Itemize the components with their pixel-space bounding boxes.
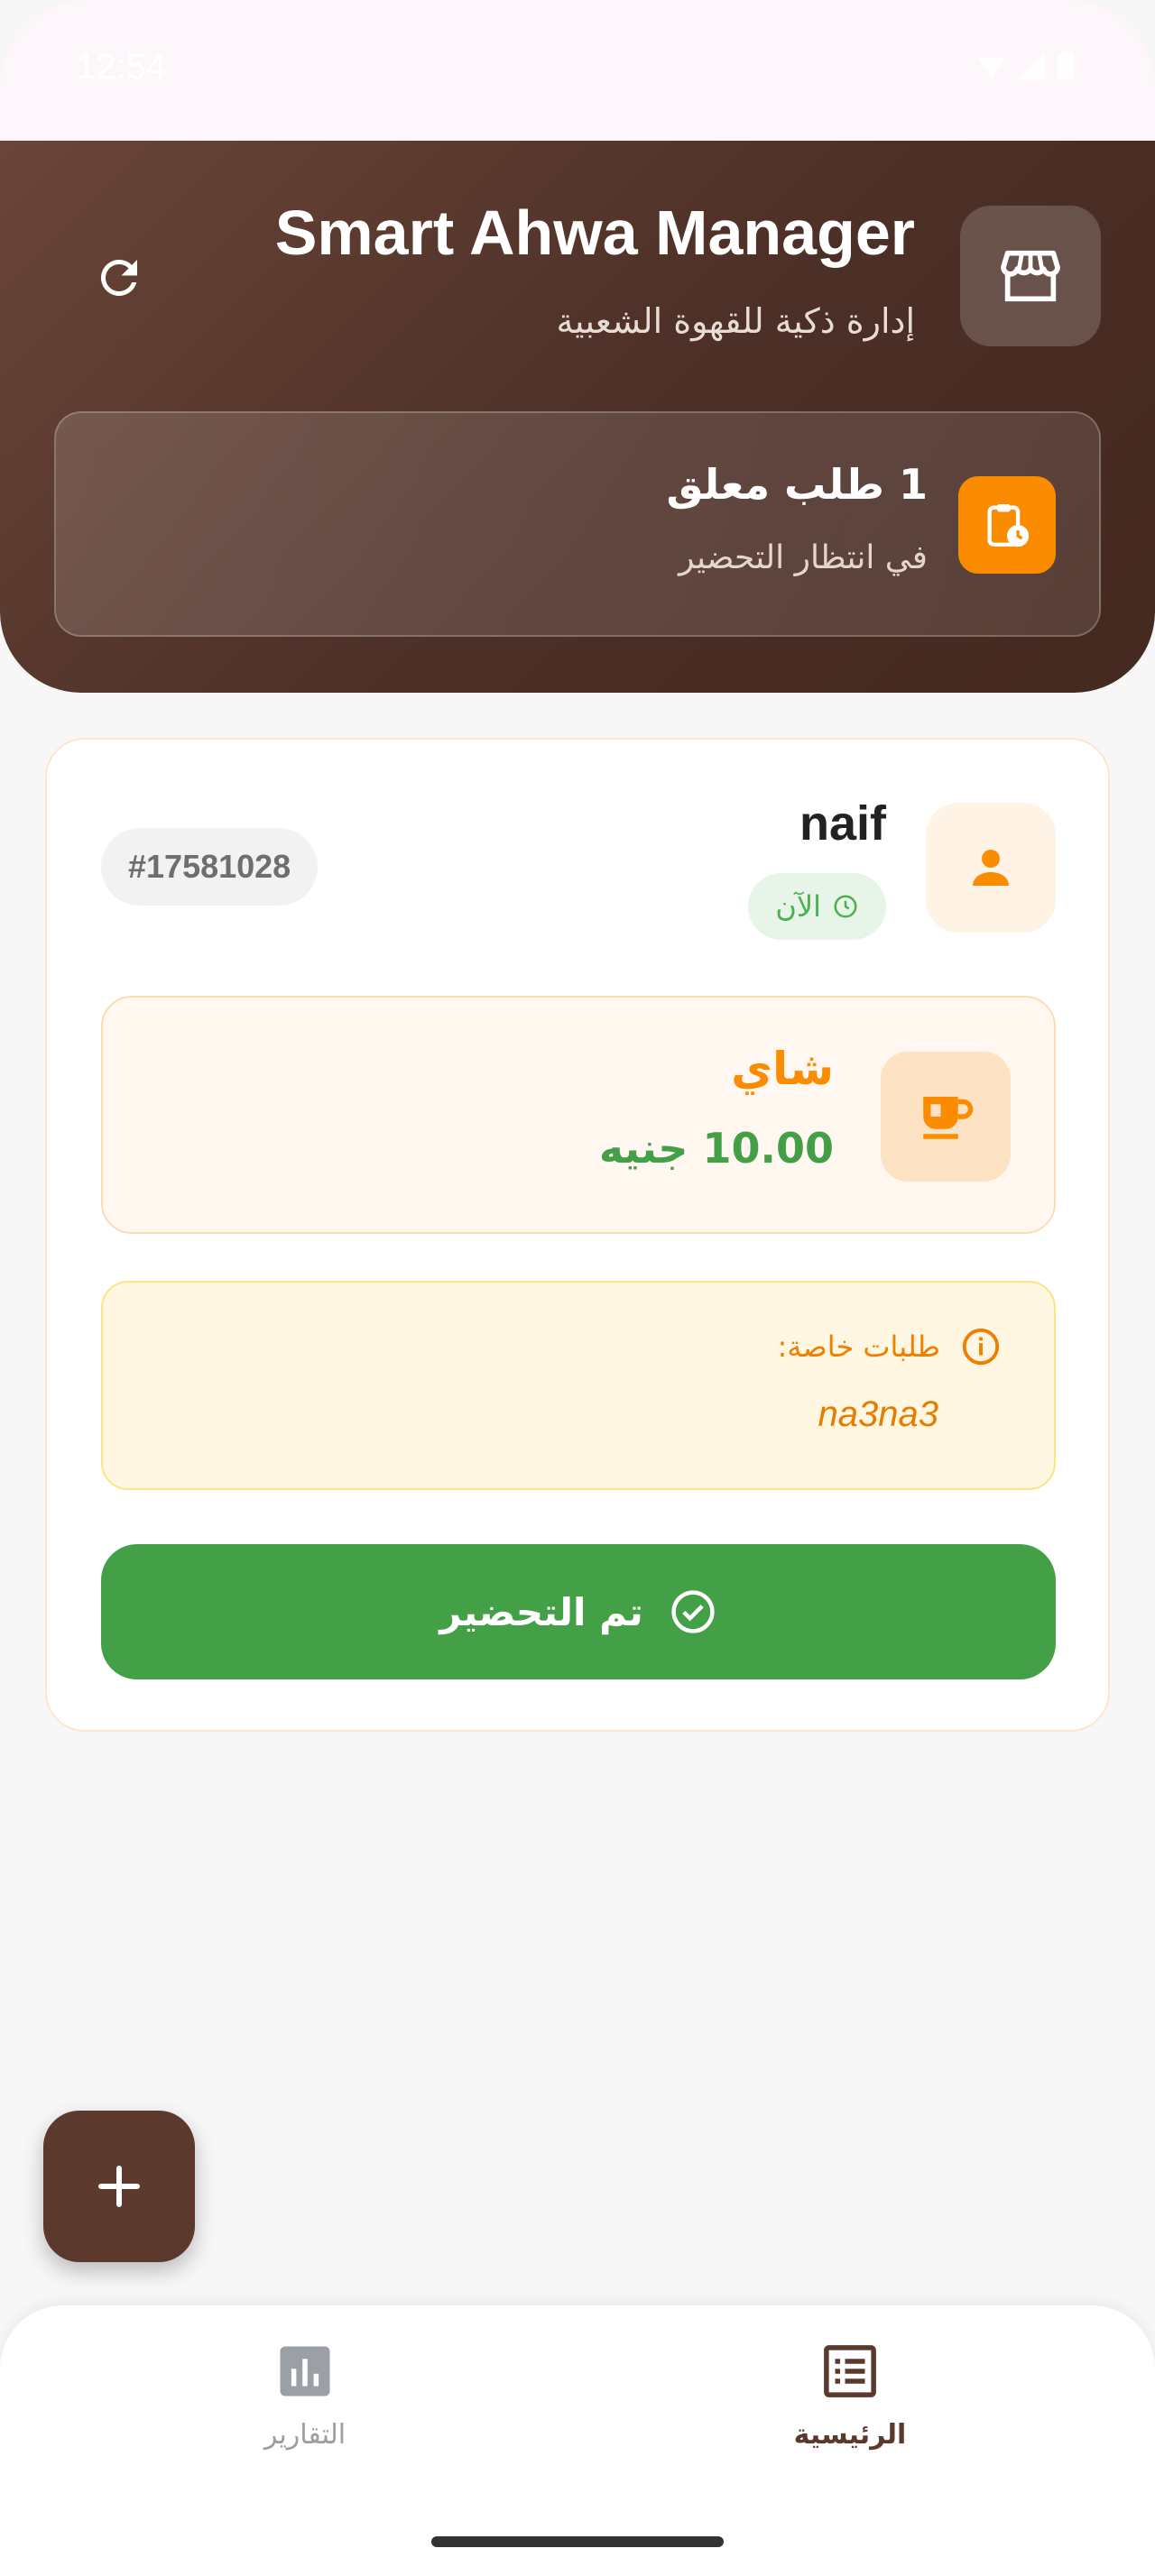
item-name: شاي — [731, 1043, 834, 1095]
status-time: 12:54 — [76, 47, 167, 87]
gesture-bar[interactable] — [431, 2536, 724, 2547]
order-item: شاي 10.00 جنيه — [101, 996, 1056, 1234]
bar-chart-icon — [280, 2346, 330, 2397]
pending-badge — [958, 476, 1056, 574]
app-subtitle: إدارة ذكية للقهوة الشعبية — [556, 301, 916, 341]
special-requests-label: طلبات خاصة: — [777, 1329, 940, 1364]
person-icon — [973, 850, 1009, 886]
special-requests-box: طلبات خاصة: na3na3 — [101, 1281, 1056, 1490]
nav-label-home: الرئيسية — [793, 2419, 907, 2451]
refresh-button[interactable] — [81, 240, 157, 316]
item-icon-box — [881, 1052, 1011, 1182]
status-icons — [978, 52, 1074, 79]
customer-avatar — [926, 803, 1056, 933]
pending-count: 1 طلب معلق — [666, 460, 928, 509]
app-logo — [960, 206, 1101, 346]
tea-cup-icon — [923, 1097, 974, 1139]
refresh-icon — [100, 259, 137, 296]
app-title: Smart Ahwa Manager — [274, 198, 915, 268]
check-circle-icon — [671, 1590, 715, 1633]
info-icon — [962, 1328, 1000, 1366]
app-header: Smart Ahwa Manager إدارة ذكية للقهوة الش… — [0, 141, 1155, 693]
battery-icon — [1058, 52, 1074, 79]
special-requests-text: na3na3 — [818, 1394, 938, 1434]
wifi-icon — [978, 58, 1005, 79]
special-requests-header: طلبات خاصة: — [778, 1326, 1002, 1367]
clipboard-clock-icon — [987, 504, 1030, 547]
add-order-button[interactable] — [43, 2111, 195, 2262]
pending-orders-card[interactable]: 1 طلب معلق في انتظار التحضير — [54, 411, 1101, 637]
nav-label-reports: التقارير — [263, 2419, 346, 2451]
mark-ready-label: تم التحضير — [439, 1589, 643, 1634]
signal-icon — [1018, 52, 1045, 79]
order-id-badge: #17581028 — [101, 828, 319, 906]
customer-name: naif — [799, 796, 886, 851]
plus-icon — [98, 2166, 140, 2207]
list-icon — [824, 2345, 876, 2397]
clock-icon — [834, 895, 857, 918]
nav-item-home[interactable]: الرئيسية — [715, 2341, 985, 2451]
order-time-label: الآن — [775, 889, 821, 924]
nav-item-reports[interactable]: التقارير — [170, 2341, 440, 2451]
order-card: #17581028 naif الآن شاي 10.00 جنيه طلبات… — [45, 738, 1110, 1732]
status-bar: 12:54 — [0, 0, 1155, 141]
order-time-badge: الآن — [748, 873, 886, 940]
mark-ready-button[interactable]: تم التحضير — [101, 1544, 1056, 1679]
store-icon — [1001, 250, 1060, 302]
bottom-navigation: التقارير الرئيسية — [0, 2305, 1155, 2576]
item-price: 10.00 جنيه — [598, 1124, 834, 1173]
pending-status: في انتظار التحضير — [679, 539, 928, 576]
